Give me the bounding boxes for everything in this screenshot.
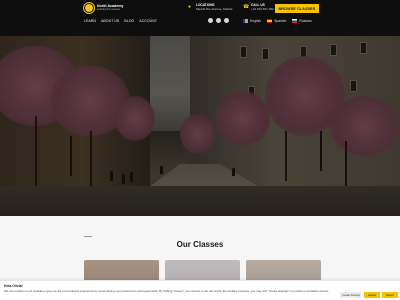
- site-logo[interactable]: North Academy Learning for everyone: [84, 3, 123, 13]
- browse-classes-button[interactable]: BROWSE CLASSES: [275, 4, 319, 13]
- logo-tagline: Learning for everyone: [97, 7, 121, 11]
- site-header: North Academy Learning for everyone ● LO…: [0, 0, 400, 36]
- nav-item-blog[interactable]: BLOG: [124, 19, 134, 23]
- twitter-icon[interactable]: [224, 18, 229, 23]
- location-info: ● LOCATIONS Madrid Río Avenue, Madrid: [188, 3, 233, 11]
- nav-item-account[interactable]: ACCOUNT: [139, 19, 157, 23]
- logo-mark-icon: [84, 3, 94, 13]
- section-divider: [84, 236, 92, 237]
- language-english[interactable]: English: [243, 19, 261, 23]
- cookie-settings-button[interactable]: Cookie Settings: [340, 292, 361, 298]
- location-value: Madrid Río Avenue, Madrid: [196, 6, 233, 11]
- cookie-banner: Hola Olivia! We use cookies on our websi…: [0, 280, 400, 300]
- hero-street-image: [0, 36, 400, 216]
- call-info: ☎ CALL US +34 919 651 282: [243, 3, 274, 12]
- russia-flag-icon: [292, 19, 298, 23]
- nav-item-learn[interactable]: LEARN: [84, 19, 96, 23]
- cookie-accept-button[interactable]: Accept: [364, 292, 380, 298]
- language-russian[interactable]: Russian: [292, 19, 312, 23]
- uk-flag-icon: [243, 19, 248, 23]
- logo-text: North Academy Learning for everyone: [97, 4, 123, 11]
- facebook-icon[interactable]: [208, 18, 213, 23]
- location-pin-icon: ●: [188, 4, 192, 10]
- call-value[interactable]: +34 919 651 282: [251, 7, 274, 12]
- language-switcher: English Spanish Russian: [243, 19, 312, 23]
- instagram-icon[interactable]: [216, 18, 221, 23]
- main-nav: LEARN ABOUT US BLOG ACCOUNT: [84, 19, 157, 23]
- cookie-text: We use cookies on our website to give yo…: [4, 289, 330, 293]
- nav-item-about-us[interactable]: ABOUT US: [101, 19, 119, 23]
- classes-title: Our Classes: [176, 240, 224, 249]
- spain-flag-icon: [267, 19, 273, 23]
- social-links: [208, 18, 229, 23]
- cookie-reject-button[interactable]: Reject: [382, 292, 398, 298]
- phone-icon: ☎: [243, 4, 250, 10]
- cookie-title: Hola Olivia!: [4, 284, 23, 288]
- page: North Academy Learning for everyone ● LO…: [0, 0, 400, 300]
- language-spanish[interactable]: Spanish: [267, 19, 286, 23]
